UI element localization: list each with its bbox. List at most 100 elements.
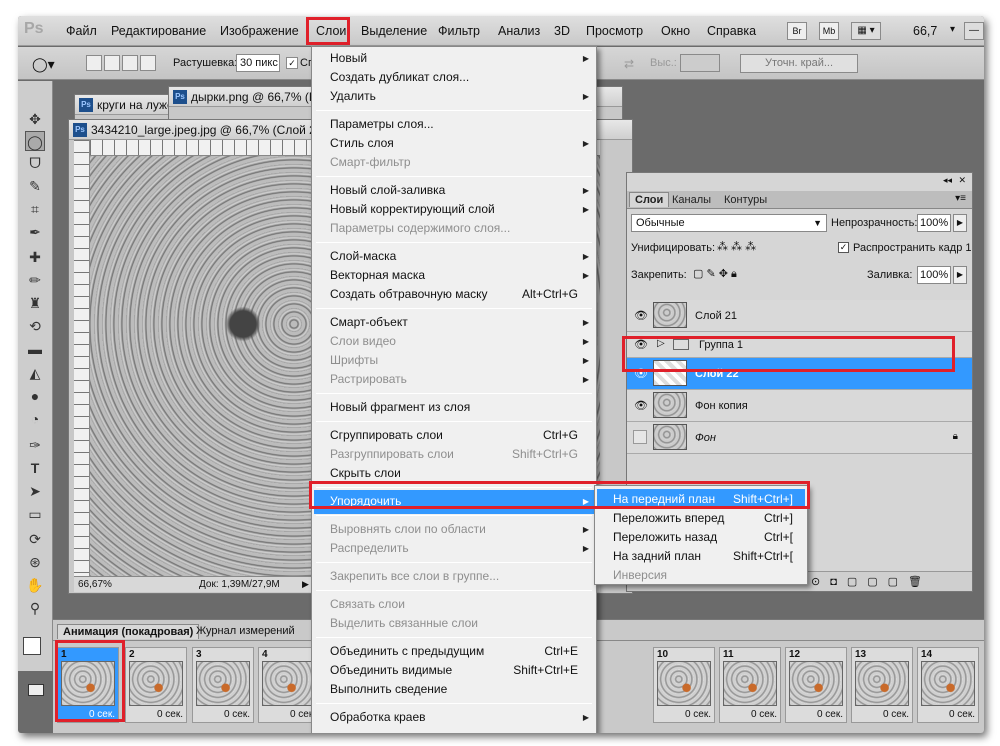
3d-orbit-icon[interactable]: ⊛: [25, 552, 45, 572]
collapse-panel-icon[interactable]: ◂◂: [943, 175, 952, 186]
blur-tool-icon[interactable]: ●: [25, 386, 45, 406]
anim-frame-12[interactable]: 12 0 сек.: [785, 647, 847, 723]
eyedropper-icon[interactable]: ✒: [25, 222, 45, 242]
menu-item[interactable]: Новый: [330, 51, 367, 65]
dodge-tool-icon[interactable]: ◔: [25, 409, 45, 429]
menu-analysis[interactable]: Анализ: [498, 24, 540, 38]
anim-frame-13[interactable]: 13 0 сек.: [851, 647, 913, 723]
visibility-toggle[interactable]: [633, 430, 647, 444]
anim-frame-10[interactable]: 10 0 сек.: [653, 647, 715, 723]
tab-layers[interactable]: Слои: [629, 192, 670, 207]
menu-item[interactable]: Разгруппировать слои: [330, 447, 454, 461]
menu-image[interactable]: Изображение: [220, 24, 299, 38]
hand-tool-icon[interactable]: ✋: [25, 575, 45, 595]
menu-filter[interactable]: Фильтр: [438, 24, 480, 38]
menu-item[interactable]: Закрепить все слои в группе...: [330, 569, 499, 583]
ellipse-marquee-icon[interactable]: ◯▾: [32, 56, 55, 73]
status-zoom[interactable]: 66,67%: [78, 577, 112, 592]
history-brush-icon[interactable]: ⟲: [25, 316, 45, 336]
intersect-selection-icon[interactable]: [140, 55, 156, 71]
close-panel-icon[interactable]: ✕: [958, 175, 966, 186]
menu-window[interactable]: Окно: [661, 24, 690, 38]
unify-icons[interactable]: ⁂ ⁂ ⁂: [717, 240, 756, 253]
lasso-tool-icon[interactable]: ᗜ: [25, 153, 45, 173]
mini-bridge-button[interactable]: Mb: [819, 22, 839, 40]
propagate-checkbox[interactable]: ✓: [838, 242, 849, 253]
menu-item[interactable]: Создать обтравочную маску: [330, 287, 488, 301]
menu-item[interactable]: Параметры слоя...: [330, 117, 434, 131]
fill-input[interactable]: 100%: [917, 266, 951, 284]
menu-item[interactable]: Новый корректирующий слой: [330, 202, 495, 216]
frame-time[interactable]: 0 сек.: [751, 709, 777, 720]
3d-rotate-icon[interactable]: ⟳: [25, 529, 45, 549]
arrange-docs-button[interactable]: ▦ ▾: [851, 22, 881, 40]
add-selection-icon[interactable]: [104, 55, 120, 71]
tab-channels[interactable]: Каналы: [667, 193, 716, 207]
menu-item[interactable]: Распределить: [330, 541, 409, 555]
submenu-item[interactable]: Инверсия: [613, 568, 667, 582]
anim-frame-14[interactable]: 14 0 сек.: [917, 647, 979, 723]
menu-view[interactable]: Просмотр: [586, 24, 643, 38]
minimize-button[interactable]: —: [964, 22, 984, 40]
antialias-checkbox[interactable]: ✓: [286, 57, 298, 69]
quick-select-icon[interactable]: ✎: [25, 176, 45, 196]
path-select-icon[interactable]: ➤: [25, 481, 45, 501]
menu-item[interactable]: Связать слои: [330, 597, 405, 611]
lock-icons[interactable]: ▢ ✎ ✥ 🔒︎: [693, 267, 737, 281]
frame-time[interactable]: 0 сек.: [157, 709, 183, 720]
menu-item[interactable]: Создать дубликат слоя...: [330, 70, 469, 84]
anim-frame-3[interactable]: 3 0 сек.: [192, 647, 254, 723]
layer-row[interactable]: 👁︎ Слой 21: [627, 300, 972, 332]
menu-item[interactable]: Новый слой-заливка: [330, 183, 445, 197]
layer-row[interactable]: Фон 🔒︎: [627, 422, 972, 454]
frame-time[interactable]: 0 сек.: [224, 709, 250, 720]
frame-time[interactable]: 0 сек.: [817, 709, 843, 720]
frame-time[interactable]: 0 сек.: [949, 709, 975, 720]
tab-animation[interactable]: Анимация (покадровая): [57, 624, 200, 639]
clone-stamp-icon[interactable]: ♜: [25, 293, 45, 313]
menu-item[interactable]: Новый фрагмент из слоя: [330, 400, 470, 414]
menu-item[interactable]: Сгруппировать слои: [330, 428, 443, 442]
tab-paths[interactable]: Контуры: [719, 193, 772, 207]
brush-tool-icon[interactable]: ✏: [25, 270, 45, 290]
anim-frame-11[interactable]: 11 0 сек.: [719, 647, 781, 723]
type-tool-icon[interactable]: T: [25, 458, 45, 478]
submenu-item[interactable]: На задний план: [613, 549, 701, 563]
frame-time[interactable]: 0 сек.: [883, 709, 909, 720]
menu-item[interactable]: Растрировать: [330, 372, 407, 386]
layer-row[interactable]: 👁︎ Фон копия: [627, 390, 972, 422]
eye-icon[interactable]: 👁︎: [634, 399, 648, 412]
marquee-tool-icon[interactable]: ◯: [25, 131, 45, 151]
subtract-selection-icon[interactable]: [122, 55, 138, 71]
bridge-button[interactable]: Br: [787, 22, 807, 40]
height-input[interactable]: [680, 54, 720, 72]
menu-file[interactable]: Файл: [66, 24, 97, 38]
zoom-readout[interactable]: 66,7: [913, 24, 937, 38]
paint-bucket-icon[interactable]: ◭: [25, 363, 45, 383]
new-selection-icon[interactable]: [86, 55, 102, 71]
layer-actions-icons[interactable]: ⊙◘▢▢▢🗑︎: [811, 575, 932, 588]
refine-edge-button[interactable]: Уточн. край...: [740, 54, 858, 73]
move-tool-icon[interactable]: ✥: [25, 109, 45, 129]
menu-help[interactable]: Справка: [707, 24, 756, 38]
menu-edit[interactable]: Редактирование: [111, 24, 206, 38]
panel-menu-icon[interactable]: ▾≡: [955, 193, 966, 204]
crop-tool-icon[interactable]: ⌗: [25, 199, 45, 219]
healing-brush-icon[interactable]: ✚: [25, 247, 45, 267]
menu-item[interactable]: Смарт-фильтр: [330, 155, 411, 169]
menu-item[interactable]: Удалить: [330, 89, 376, 103]
zoom-tool-icon[interactable]: ⚲: [25, 598, 45, 618]
feather-input[interactable]: 30 пикс: [236, 54, 280, 72]
shape-tool-icon[interactable]: ▭: [25, 504, 45, 524]
menu-item[interactable]: Объединить с предыдущим: [330, 644, 484, 658]
eraser-icon[interactable]: ▬: [25, 339, 45, 359]
eye-icon[interactable]: 👁︎: [634, 309, 648, 322]
menu-item[interactable]: Параметры содержимого слоя...: [330, 221, 510, 235]
menu-item[interactable]: Стиль слоя: [330, 136, 394, 150]
menu-item[interactable]: Скрыть слои: [330, 466, 401, 480]
menu-item[interactable]: Слои видео: [330, 334, 396, 348]
submenu-item[interactable]: Переложить назад: [613, 530, 717, 544]
menu-item[interactable]: Обработка краев: [330, 710, 426, 724]
menu-item[interactable]: Выполнить сведение: [330, 682, 447, 696]
menu-item[interactable]: Шрифты: [330, 353, 378, 367]
